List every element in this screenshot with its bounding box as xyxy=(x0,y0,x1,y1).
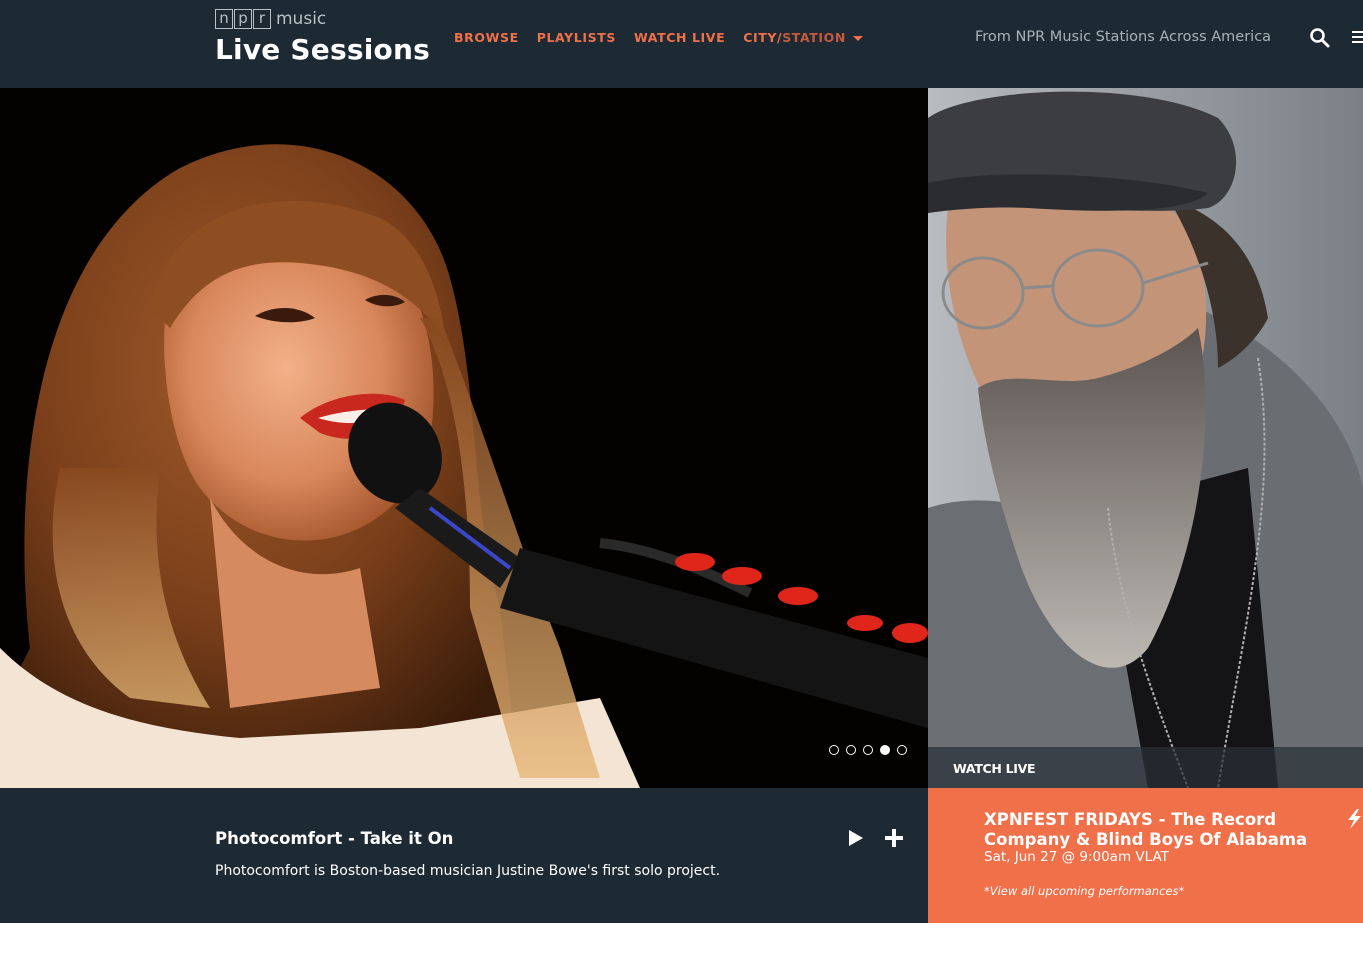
carousel-dot[interactable] xyxy=(863,745,873,755)
nav-watch-live[interactable]: WATCH LIVE xyxy=(634,30,725,45)
carousel-dots xyxy=(829,745,914,755)
feature-description: Photocomfort is Boston-based musician Ju… xyxy=(215,863,721,879)
watch-live-label[interactable]: WATCH LIVE xyxy=(953,761,1036,776)
page-title[interactable]: Live Sessions xyxy=(215,35,430,65)
hero-image-photocomfort[interactable] xyxy=(0,88,928,788)
npr-music-logo[interactable]: n p r music xyxy=(215,9,430,29)
nav-city-station-dropdown[interactable]: CITY/STATION xyxy=(743,30,863,45)
side-feature-image[interactable] xyxy=(928,88,1363,788)
view-upcoming-link[interactable]: *View all upcoming performances* xyxy=(984,884,1184,898)
search-icon[interactable] xyxy=(1309,27,1331,49)
chevron-down-icon xyxy=(852,36,863,41)
nav-playlists[interactable]: PLAYLISTS xyxy=(537,30,616,45)
header-tagline: From NPR Music Stations Across America xyxy=(975,29,1272,45)
hamburger-menu-icon[interactable] xyxy=(1352,31,1363,43)
feature-info-panel xyxy=(0,788,928,923)
event-date: Sat, Jun 27 @ 9:00am VLAT xyxy=(984,849,1169,865)
carousel-dot[interactable] xyxy=(897,745,907,755)
lightning-bolt-icon xyxy=(1345,808,1363,830)
plus-icon[interactable] xyxy=(884,828,904,848)
logo-letter-r: r xyxy=(253,9,271,29)
carousel-dot[interactable] xyxy=(829,745,839,755)
brand-logo[interactable]: n p r music Live Sessions xyxy=(215,9,430,65)
feature-title[interactable]: Photocomfort - Take it On xyxy=(215,829,453,848)
main-nav: BROWSE PLAYLISTS WATCH LIVE CITY/STATION xyxy=(454,30,881,45)
carousel-dot-active[interactable] xyxy=(880,745,890,755)
logo-music-text: music xyxy=(276,9,327,29)
logo-letter-p: p xyxy=(234,9,252,29)
nav-city-label: CITY/ xyxy=(743,30,783,45)
carousel-dot[interactable] xyxy=(846,745,856,755)
nav-station-label: STATION xyxy=(782,30,846,45)
site-header: n p r music Live Sessions BROWSE PLAYLIS… xyxy=(0,0,1363,88)
play-icon[interactable] xyxy=(848,829,864,847)
event-title[interactable]: XPNFEST FRIDAYS - The Record Company & B… xyxy=(984,810,1324,850)
nav-browse[interactable]: BROWSE xyxy=(454,30,519,45)
logo-letter-n: n xyxy=(215,9,233,29)
